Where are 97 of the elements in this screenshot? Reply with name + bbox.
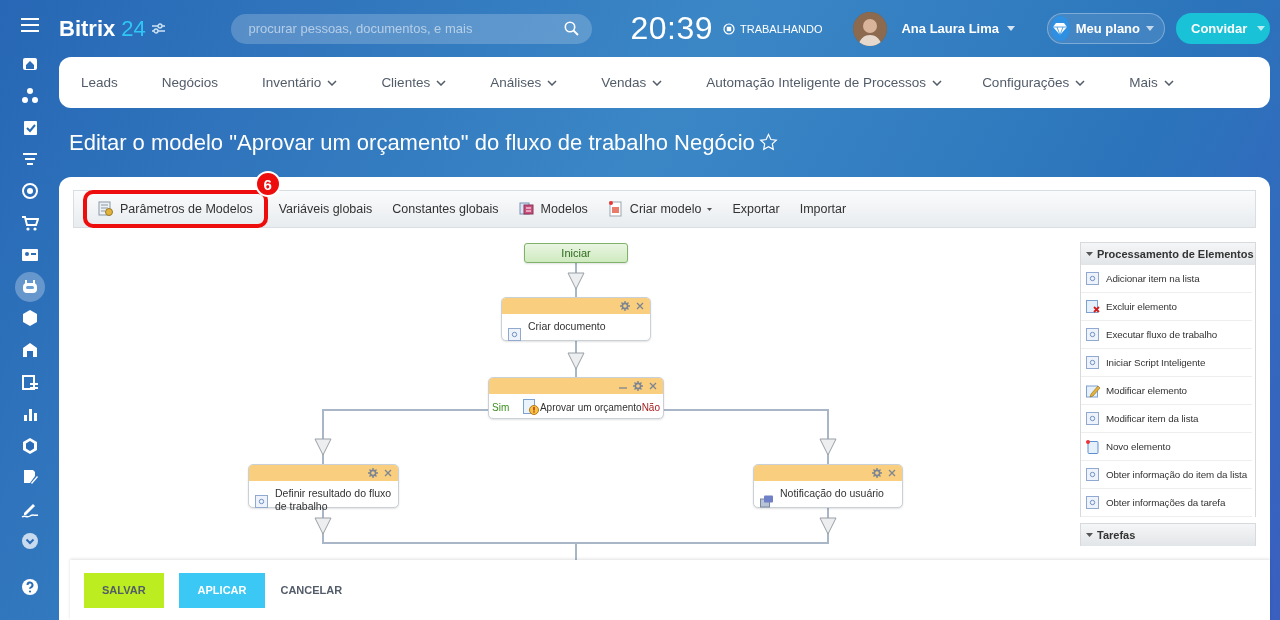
logo-text: Bitrix bbox=[59, 15, 116, 42]
activity-card[interactable]: Criar documento bbox=[501, 297, 651, 341]
connector-arrow bbox=[314, 408, 332, 465]
close-icon[interactable] bbox=[384, 469, 392, 477]
node-label: Aprovar um orçamento bbox=[539, 400, 642, 414]
nav-item[interactable]: Leads bbox=[81, 75, 118, 90]
activity-icon bbox=[1086, 327, 1100, 342]
documents-icon bbox=[518, 201, 535, 217]
plan-button[interactable]: Meu plano bbox=[1047, 13, 1165, 44]
user-name[interactable]: Ana Laura Lima bbox=[901, 21, 999, 36]
new-document-icon bbox=[1086, 439, 1100, 454]
target-icon[interactable] bbox=[20, 182, 39, 201]
diamond-icon bbox=[1053, 22, 1068, 35]
activity-card[interactable]: Notificação do usuário bbox=[753, 464, 903, 508]
cube-icon[interactable] bbox=[20, 309, 39, 328]
activity-card[interactable]: Sim Aprovar um orçamentoNão bbox=[488, 377, 664, 419]
avatar[interactable] bbox=[853, 11, 888, 46]
activity-icon bbox=[1086, 271, 1100, 286]
nav-item[interactable]: Inventário bbox=[262, 75, 338, 90]
activity-item[interactable]: Adicionar item na lista bbox=[1081, 265, 1252, 293]
menu-icon[interactable] bbox=[20, 18, 39, 32]
star-icon[interactable] bbox=[758, 133, 778, 152]
settings-document-icon bbox=[98, 201, 114, 217]
toolbar-button[interactable]: Parâmetros de Modelos bbox=[88, 195, 263, 223]
message-icon bbox=[760, 495, 773, 508]
caret-icon bbox=[1146, 26, 1154, 31]
node-label: Criar documento bbox=[528, 319, 606, 333]
activity-card[interactable]: Definir resultado do fluxo de trabalho bbox=[248, 464, 399, 508]
warehouse-icon[interactable] bbox=[20, 341, 39, 360]
activity-icon bbox=[1086, 411, 1100, 426]
settings-icon[interactable] bbox=[872, 468, 882, 478]
connector-arrow bbox=[819, 507, 837, 545]
toolbar-button[interactable]: Criar modelo bbox=[597, 195, 723, 223]
toolbar-button[interactable]: Constantes globais bbox=[382, 195, 509, 223]
activity-icon bbox=[1086, 495, 1100, 510]
close-icon[interactable] bbox=[888, 469, 896, 477]
calendar-list-icon[interactable] bbox=[20, 372, 39, 391]
toolbar-button[interactable]: Exportar bbox=[722, 195, 790, 223]
connector-arrow bbox=[567, 262, 585, 298]
toolbar-button[interactable]: Variáveis globais bbox=[268, 195, 383, 223]
activity-item[interactable]: Modificar elemento bbox=[1081, 377, 1252, 405]
page-title: Editar o modelo "Aprovar um orçamento" do fluxo de trabalho Negócio bbox=[69, 129, 755, 156]
chevron-circle-icon[interactable] bbox=[20, 531, 39, 550]
activity-icon bbox=[1086, 467, 1100, 482]
sliders-icon[interactable] bbox=[151, 23, 165, 34]
settings-icon[interactable] bbox=[620, 301, 630, 311]
activity-item[interactable]: Excluir elemento bbox=[1081, 293, 1252, 321]
activity-item[interactable]: Novo elemento bbox=[1081, 433, 1252, 461]
clock-time: 20:39 bbox=[630, 10, 713, 47]
branch-label: Sim bbox=[492, 401, 511, 413]
warning-document-icon bbox=[522, 399, 539, 415]
cart-icon[interactable] bbox=[20, 214, 39, 232]
activity-icon bbox=[508, 328, 521, 341]
new-document-icon bbox=[607, 201, 624, 217]
search-icon[interactable] bbox=[564, 20, 580, 36]
nav-item[interactable]: Clientes bbox=[381, 75, 447, 90]
save-button[interactable]: SALVAR bbox=[84, 572, 164, 608]
help-icon[interactable] bbox=[20, 577, 39, 596]
hexagon-icon[interactable] bbox=[20, 436, 39, 455]
edit-document-icon bbox=[1086, 383, 1100, 398]
connector-arrow bbox=[567, 340, 585, 378]
toolbar-button[interactable]: Importar bbox=[789, 195, 857, 223]
callout-badge: 6 bbox=[254, 171, 281, 197]
logo-number: 24 bbox=[121, 15, 146, 42]
delete-document-icon bbox=[1086, 299, 1100, 314]
home-icon[interactable] bbox=[20, 55, 39, 73]
activity-item[interactable]: Executar fluxo de trabalho bbox=[1081, 321, 1252, 349]
nav-item[interactable]: Negócios bbox=[161, 75, 219, 90]
start-node[interactable]: Iniciar bbox=[524, 243, 628, 263]
activity-item[interactable]: Obter informações da tarefa bbox=[1081, 489, 1252, 517]
stop-icon[interactable] bbox=[723, 22, 735, 35]
nav-item[interactable]: Mais bbox=[1129, 75, 1174, 90]
activity-item[interactable]: Obter informação do item da lista bbox=[1081, 461, 1252, 489]
caret-icon bbox=[1257, 26, 1266, 31]
section-header[interactable]: Processamento de Elementos bbox=[1081, 243, 1255, 265]
close-icon[interactable] bbox=[649, 382, 657, 390]
section-header[interactable]: Tarefas bbox=[1081, 524, 1255, 546]
nav-item[interactable]: Configurações bbox=[982, 75, 1086, 90]
work-status[interactable]: TRABALHANDO bbox=[740, 22, 823, 35]
activity-item[interactable]: Iniciar Script Inteligente bbox=[1081, 349, 1252, 377]
nav-item[interactable]: Automação Inteligente de Processos bbox=[706, 75, 943, 90]
settings-icon[interactable] bbox=[633, 381, 643, 391]
caret-icon[interactable] bbox=[1007, 26, 1015, 31]
branch-label: Não bbox=[641, 401, 660, 413]
nav-item[interactable]: Vendas bbox=[601, 75, 663, 90]
node-label: Notificação do usuário bbox=[780, 486, 884, 500]
activity-icon bbox=[255, 495, 268, 508]
nav-item[interactable]: Análises bbox=[490, 75, 558, 90]
activity-icon bbox=[1086, 355, 1100, 370]
toolbar-button[interactable]: Modelos bbox=[508, 195, 598, 223]
close-icon[interactable] bbox=[636, 302, 644, 310]
connector-arrow bbox=[819, 408, 837, 465]
settings-icon[interactable] bbox=[368, 468, 378, 478]
nodes-icon[interactable] bbox=[20, 86, 39, 105]
robot-icon[interactable] bbox=[14, 271, 45, 302]
cancel-link[interactable]: CANCELAR bbox=[280, 572, 343, 608]
activity-item[interactable]: Modificar item da lista bbox=[1081, 405, 1252, 433]
